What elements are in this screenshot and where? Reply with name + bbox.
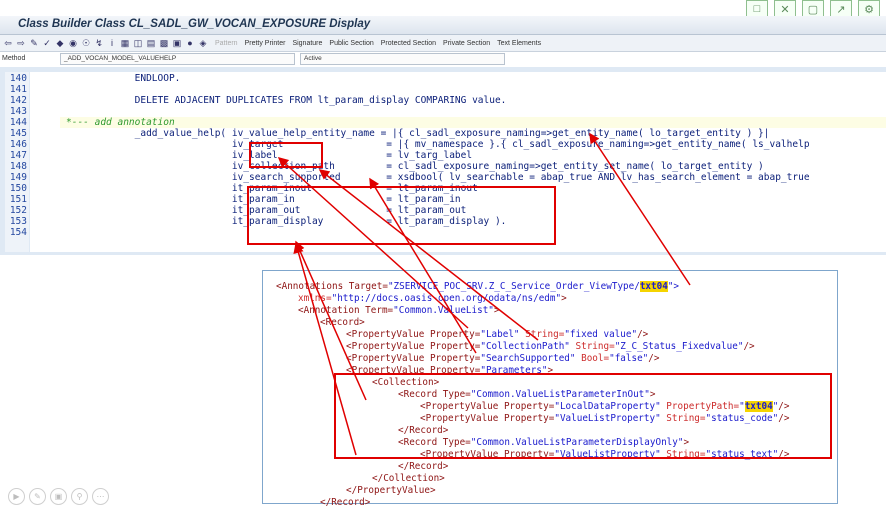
- zoom-icon[interactable]: ⚲: [71, 488, 88, 505]
- save-icon[interactable]: ▣: [50, 488, 67, 505]
- bottom-controls: ▶ ✎ ▣ ⚲ ⋯: [8, 488, 109, 505]
- arrow-searchsupported: [369, 177, 477, 354]
- edit-icon[interactable]: ✎: [29, 488, 46, 505]
- arrow-txt04-to-target: [589, 132, 691, 286]
- more-icon[interactable]: ⋯: [92, 488, 109, 505]
- annotation-arrows: [277, 132, 691, 456]
- arrow-inout: [294, 240, 367, 401]
- play-icon[interactable]: ▶: [8, 488, 25, 505]
- arrow-display: [293, 242, 357, 456]
- arrow-collectionpath: [318, 169, 539, 341]
